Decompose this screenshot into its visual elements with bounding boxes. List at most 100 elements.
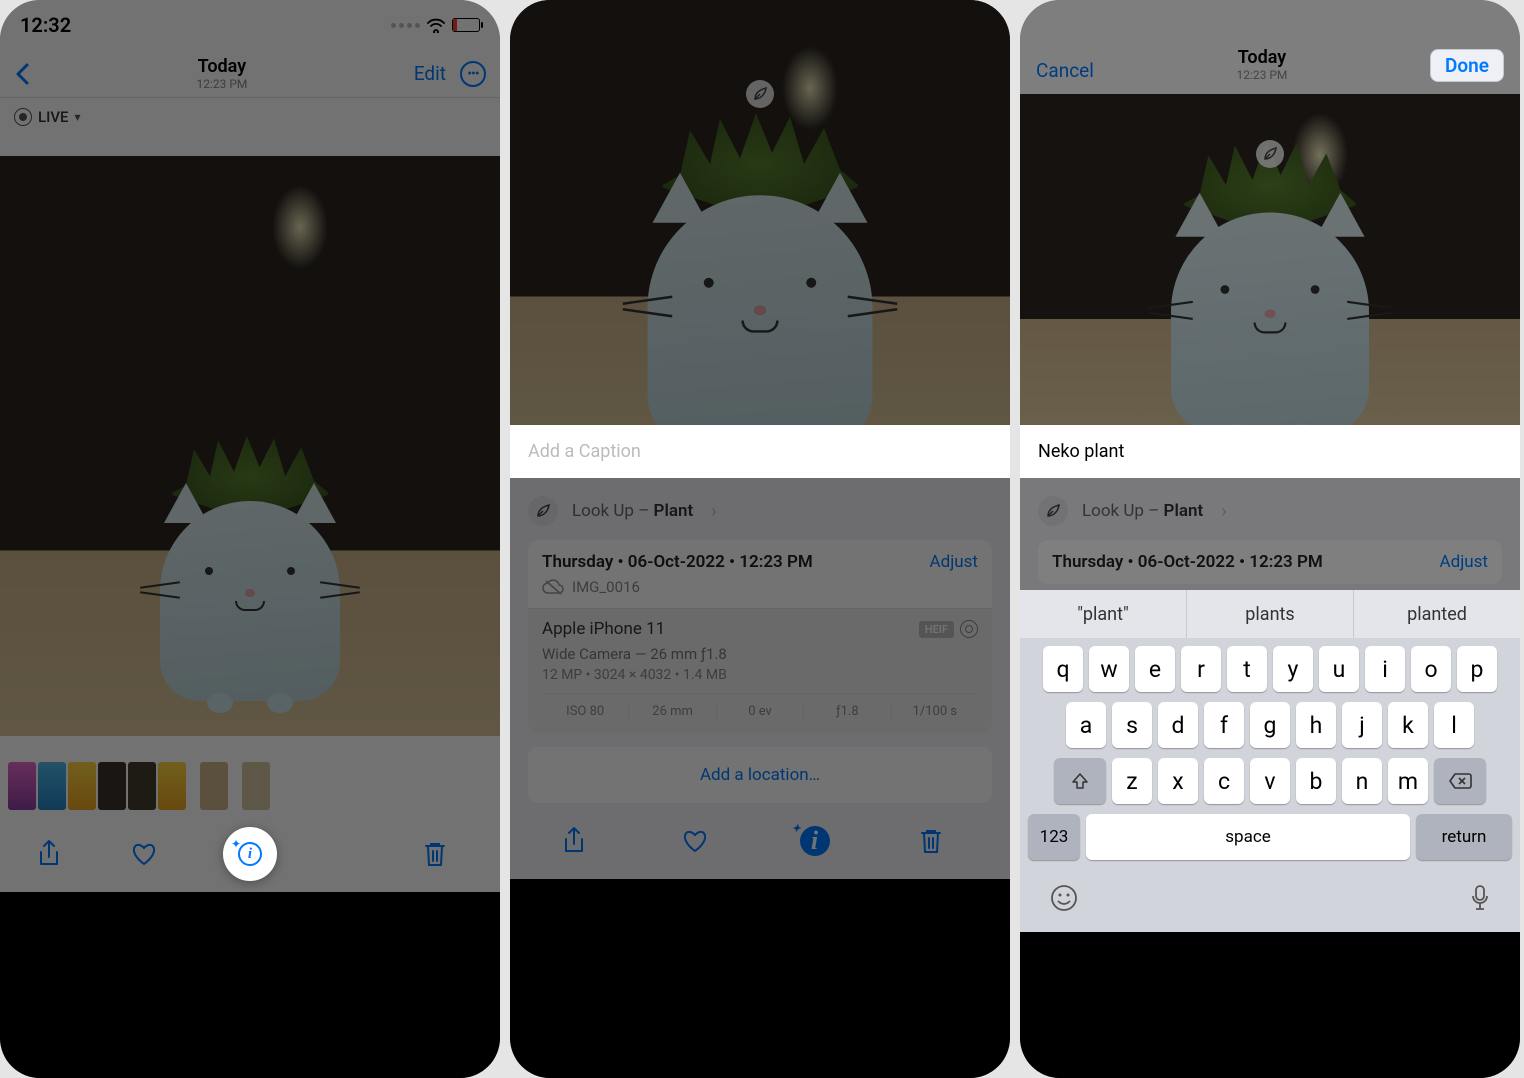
- key-u[interactable]: u: [1319, 646, 1359, 692]
- favorite-button[interactable]: [681, 828, 721, 854]
- photo-viewer[interactable]: [510, 24, 1010, 425]
- key-d[interactable]: d: [1158, 702, 1198, 748]
- lookup-row[interactable]: Look Up – Plant ›: [528, 492, 992, 540]
- numeric-key[interactable]: 123: [1028, 814, 1080, 860]
- nav-title-main: Today: [30, 56, 414, 77]
- live-photo-badge[interactable]: LIVE ▾: [0, 98, 500, 136]
- done-button[interactable]: Done: [1430, 49, 1504, 82]
- key-b[interactable]: b: [1296, 758, 1336, 804]
- delete-button[interactable]: [919, 827, 959, 855]
- suggestion[interactable]: planted: [1354, 590, 1520, 638]
- keyboard: "plant" plants planted q w e r t y u i o…: [1020, 590, 1520, 932]
- thumbnail[interactable]: [68, 762, 96, 810]
- photo-content: [1020, 94, 1520, 425]
- bottom-toolbar: ✦ i: [0, 816, 500, 892]
- info-filename-row: IMG_0016: [528, 576, 992, 608]
- key-f[interactable]: f: [1204, 702, 1244, 748]
- lookup-text: Look Up – Plant: [1082, 501, 1203, 521]
- adjust-button[interactable]: Adjust: [930, 552, 978, 572]
- cellular-icon: [391, 23, 420, 28]
- edit-button[interactable]: Edit: [414, 62, 446, 85]
- live-icon: [14, 108, 32, 126]
- exif-aperture: ƒ1.8: [804, 702, 891, 721]
- key-n[interactable]: n: [1342, 758, 1382, 804]
- home-indicator[interactable]: [685, 1065, 835, 1070]
- key-e[interactable]: e: [1135, 646, 1175, 692]
- backspace-key[interactable]: [1434, 758, 1486, 804]
- key-c[interactable]: c: [1204, 758, 1244, 804]
- key-m[interactable]: m: [1388, 758, 1428, 804]
- home-indicator[interactable]: [175, 1065, 325, 1070]
- share-button[interactable]: [37, 839, 77, 869]
- screenshot-1: 12:32 Today 12:23 PM Edit ••• LIVE ▾: [0, 0, 500, 1078]
- camera-info: Wide Camera — 26 mm ƒ1.8: [542, 645, 978, 663]
- key-row-3: z x c v b n m: [1024, 758, 1516, 804]
- sparkle-icon: ✦: [792, 822, 801, 835]
- chevron-right-icon: ›: [711, 501, 716, 522]
- add-location-button[interactable]: Add a location…: [528, 747, 992, 803]
- thumbnail[interactable]: [98, 762, 126, 810]
- cancel-button[interactable]: Cancel: [1036, 59, 1094, 82]
- delete-button[interactable]: [423, 840, 463, 868]
- key-z[interactable]: z: [1112, 758, 1152, 804]
- nav-title-main: Today: [1094, 47, 1430, 68]
- key-j[interactable]: j: [1342, 702, 1382, 748]
- caption-input[interactable]: Neko plant: [1020, 425, 1520, 478]
- key-p[interactable]: p: [1457, 646, 1497, 692]
- thumbnail[interactable]: [128, 762, 156, 810]
- nav-title: Today 12:23 PM: [1094, 47, 1430, 82]
- share-button[interactable]: [562, 826, 602, 856]
- key-w[interactable]: w: [1089, 646, 1129, 692]
- visual-lookup-badge[interactable]: [746, 80, 774, 108]
- key-s[interactable]: s: [1112, 702, 1152, 748]
- key-y[interactable]: y: [1273, 646, 1313, 692]
- status-time: 12:32: [20, 13, 71, 37]
- key-o[interactable]: o: [1411, 646, 1451, 692]
- photo-viewer[interactable]: [1020, 94, 1520, 425]
- nav-bar: Today 12:23 PM Edit •••: [0, 50, 500, 98]
- shift-key[interactable]: [1054, 758, 1106, 804]
- back-button[interactable]: [14, 62, 30, 86]
- battery-icon: [452, 18, 480, 32]
- key-g[interactable]: g: [1250, 702, 1290, 748]
- dictation-button[interactable]: [1470, 884, 1490, 912]
- space-key[interactable]: space: [1086, 814, 1410, 860]
- return-key[interactable]: return: [1416, 814, 1512, 860]
- key-r[interactable]: r: [1181, 646, 1221, 692]
- suggestion[interactable]: "plant": [1020, 590, 1187, 638]
- nav-title-sub: 12:23 PM: [30, 77, 414, 91]
- info-button-active[interactable]: ✦i: [800, 826, 840, 856]
- thumbnail-strip[interactable]: [0, 756, 500, 816]
- key-t[interactable]: t: [1227, 646, 1267, 692]
- key-k[interactable]: k: [1388, 702, 1428, 748]
- chevron-down-icon: ▾: [75, 110, 81, 124]
- screenshot-3: Cancel Today 12:23 PM Done: [1020, 0, 1520, 1078]
- key-l[interactable]: l: [1434, 702, 1474, 748]
- leaf-icon: [528, 496, 558, 526]
- cloud-icon: [542, 579, 564, 595]
- favorite-button[interactable]: [130, 841, 170, 867]
- caption-input[interactable]: Add a Caption: [510, 425, 1010, 478]
- suggestion[interactable]: plants: [1187, 590, 1354, 638]
- more-button[interactable]: •••: [460, 61, 486, 87]
- thumbnail[interactable]: [242, 762, 270, 810]
- thumbnail[interactable]: [158, 762, 186, 810]
- key-v[interactable]: v: [1250, 758, 1290, 804]
- key-i[interactable]: i: [1365, 646, 1405, 692]
- thumbnail[interactable]: [8, 762, 36, 810]
- key-a[interactable]: a: [1066, 702, 1106, 748]
- adjust-button[interactable]: Adjust: [1440, 552, 1488, 572]
- keyboard-bottom: [1020, 870, 1520, 932]
- leaf-icon: [752, 86, 768, 102]
- lookup-row[interactable]: Look Up – Plant ›: [1038, 492, 1502, 540]
- emoji-button[interactable]: [1050, 884, 1078, 912]
- info-button-highlighted[interactable]: ✦ i: [223, 827, 277, 881]
- key-x[interactable]: x: [1158, 758, 1198, 804]
- thumbnail-current[interactable]: [200, 762, 228, 810]
- nav-title-sub: 12:23 PM: [1094, 68, 1430, 82]
- photo-viewer[interactable]: [0, 136, 500, 756]
- key-q[interactable]: q: [1043, 646, 1083, 692]
- visual-lookup-badge[interactable]: [1256, 140, 1284, 168]
- thumbnail[interactable]: [38, 762, 66, 810]
- key-h[interactable]: h: [1296, 702, 1336, 748]
